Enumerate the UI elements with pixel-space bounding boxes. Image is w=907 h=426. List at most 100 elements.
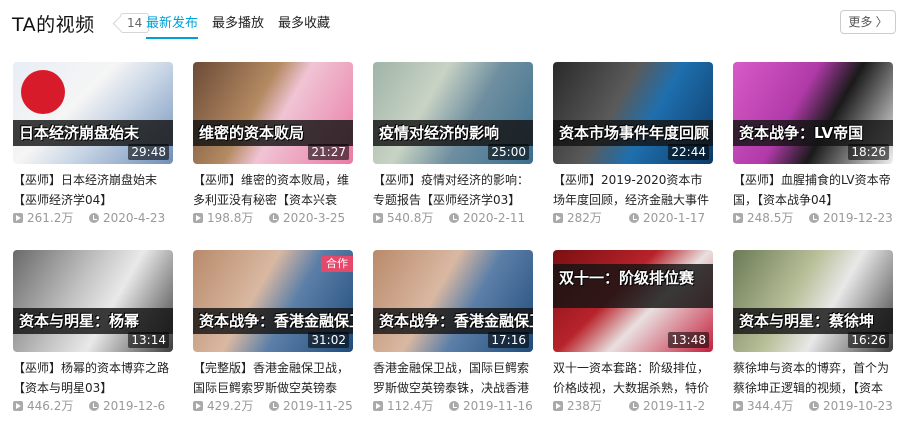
video-duration: 16:26 bbox=[848, 332, 889, 348]
play-count-icon bbox=[733, 212, 743, 223]
thumbnail-caption: 维密的资本败局 bbox=[199, 124, 305, 142]
video-title-link[interactable]: 【巫师】杨幂的资本博弈之路【资本与明星03】 bbox=[13, 358, 173, 398]
play-count: 261.2万 bbox=[27, 211, 74, 225]
clock-icon bbox=[89, 400, 99, 411]
video-duration: 25:00 bbox=[488, 144, 529, 160]
video-card[interactable]: 合作 资本战争：香港金融保卫战 31:02 【完整版】香港金融保卫战，国际巨鳄索… bbox=[193, 250, 353, 413]
video-card[interactable]: 资本与明星：蔡徐坤 16:26 蔡徐坤与资本的博弈，首个为蔡徐坤正逻辑的视频，【… bbox=[733, 250, 893, 413]
video-duration: 13:48 bbox=[668, 332, 709, 348]
video-duration: 18:26 bbox=[848, 144, 889, 160]
video-title-link[interactable]: 【巫师】维密的资本败局，维多利亚没有秘密【资本兴衰 bbox=[193, 170, 353, 210]
tab-latest[interactable]: 最新发布 bbox=[146, 12, 199, 39]
video-meta: 248.5万 2019-12-23 bbox=[733, 209, 903, 226]
video-card[interactable]: 双十一：阶级排位赛 13:48 双十一资本套路：阶级排位，价格歧视，大数据杀熟，… bbox=[553, 250, 713, 413]
thumbnail-caption: 资本市场事件年度回顾 bbox=[559, 124, 710, 142]
video-thumbnail[interactable]: 资本与明星：蔡徐坤 16:26 bbox=[733, 250, 893, 352]
video-section-header: TA的视频 14 最新发布 最多播放 最多收藏 更多 〉 bbox=[12, 8, 896, 39]
video-title-link[interactable]: 双十一资本套路：阶级排位，价格歧视，大数据杀熟，特价 bbox=[553, 358, 713, 398]
upload-date: 2019-10-23 bbox=[823, 398, 893, 413]
clock-icon bbox=[89, 212, 99, 223]
play-count: 344.4万 bbox=[747, 399, 794, 413]
video-thumbnail[interactable]: 疫情对经济的影响 25:00 bbox=[373, 62, 533, 164]
play-count: 238万 bbox=[567, 399, 602, 413]
play-count-icon bbox=[193, 212, 203, 223]
video-card[interactable]: 疫情对经济的影响 25:00 【巫师】疫情对经济的影响：专题报告【巫师经济学03… bbox=[373, 62, 533, 225]
video-thumbnail[interactable]: 维密的资本败局 21:27 bbox=[193, 62, 353, 164]
video-duration: 21:27 bbox=[308, 144, 349, 160]
upload-date: 2020-1-17 bbox=[643, 210, 706, 225]
video-thumbnail[interactable]: 日本经济崩盘始末 29:48 bbox=[13, 62, 173, 164]
video-meta: 429.2万 2019-11-25 bbox=[193, 397, 363, 414]
play-count: 248.5万 bbox=[747, 211, 794, 225]
play-count-icon bbox=[373, 400, 383, 411]
upload-date: 2019-12-6 bbox=[103, 398, 166, 413]
play-count-icon bbox=[13, 400, 23, 411]
video-duration: 13:14 bbox=[128, 332, 169, 348]
thumbnail-caption: 资本战争：LV帝国 bbox=[739, 124, 864, 142]
play-count: 282万 bbox=[567, 211, 602, 225]
video-card[interactable]: 资本战争：香港金融保卫战 17:16 香港金融保卫战，国际巨鳄索罗斯做空英镑泰铢… bbox=[373, 250, 533, 413]
video-count-badge: 14 bbox=[120, 13, 150, 33]
upload-date: 2019-11-16 bbox=[463, 398, 533, 413]
collab-tag: 合作 bbox=[321, 256, 353, 272]
video-meta: 446.2万 2019-12-6 bbox=[13, 397, 183, 414]
clock-icon bbox=[809, 400, 819, 411]
thumbnail-caption: 日本经济崩盘始末 bbox=[19, 124, 140, 142]
play-count: 540.8万 bbox=[387, 211, 434, 225]
video-card[interactable]: 资本与明星：杨幂 13:14 【巫师】杨幂的资本博弈之路【资本与明星03】 44… bbox=[13, 250, 173, 413]
video-thumbnail[interactable]: 合作 资本战争：香港金融保卫战 31:02 bbox=[193, 250, 353, 352]
play-count-icon bbox=[553, 212, 563, 223]
clock-icon bbox=[629, 212, 639, 223]
upload-date: 2019-11-2 bbox=[643, 398, 706, 413]
play-count: 198.8万 bbox=[207, 211, 254, 225]
video-meta: 282万 2020-1-17 bbox=[553, 209, 723, 226]
upload-date: 2019-11-25 bbox=[283, 398, 353, 413]
play-count: 429.2万 bbox=[207, 399, 254, 413]
play-count-icon bbox=[553, 400, 563, 411]
more-button[interactable]: 更多 〉 bbox=[840, 10, 896, 34]
clock-icon bbox=[449, 212, 459, 223]
video-meta: 540.8万 2020-2-11 bbox=[373, 209, 543, 226]
tab-most-played[interactable]: 最多播放 bbox=[212, 12, 264, 39]
clock-icon bbox=[269, 400, 279, 411]
play-count-icon bbox=[13, 212, 23, 223]
upload-date: 2020-4-23 bbox=[103, 210, 166, 225]
video-duration: 22:44 bbox=[668, 144, 709, 160]
thumbnail-caption: 资本与明星：蔡徐坤 bbox=[739, 312, 875, 330]
play-count-icon bbox=[373, 212, 383, 223]
video-thumbnail[interactable]: 资本战争：香港金融保卫战 17:16 bbox=[373, 250, 533, 352]
play-count-icon bbox=[733, 400, 743, 411]
video-meta: 238万 2019-11-2 bbox=[553, 397, 723, 414]
clock-icon bbox=[629, 400, 639, 411]
video-card[interactable]: 资本市场事件年度回顾 22:44 【巫师】2019-2020资本市场年度回顾，经… bbox=[553, 62, 713, 225]
video-thumbnail[interactable]: 双十一：阶级排位赛 13:48 bbox=[553, 250, 713, 352]
video-thumbnail[interactable]: 资本战争：LV帝国 18:26 bbox=[733, 62, 893, 164]
video-title-link[interactable]: 蔡徐坤与资本的博弈，首个为蔡徐坤正逻辑的视频，【资本 bbox=[733, 358, 893, 398]
video-title-link[interactable]: 香港金融保卫战，国际巨鳄索罗斯做空英镑泰铢，决战香港 bbox=[373, 358, 533, 398]
play-count: 446.2万 bbox=[27, 399, 74, 413]
upload-date: 2019-12-23 bbox=[823, 210, 893, 225]
video-meta: 198.8万 2020-3-25 bbox=[193, 209, 363, 226]
video-title-link[interactable]: 【巫师】疫情对经济的影响：专题报告【巫师经济学03】 bbox=[373, 170, 533, 210]
video-title-link[interactable]: 【巫师】血腥捕食的LV资本帝国，【资本战争04】 bbox=[733, 170, 893, 210]
video-meta: 261.2万 2020-4-23 bbox=[13, 209, 183, 226]
video-card[interactable]: 维密的资本败局 21:27 【巫师】维密的资本败局，维多利亚没有秘密【资本兴衰 … bbox=[193, 62, 353, 225]
video-duration: 31:02 bbox=[308, 332, 349, 348]
video-thumbnail[interactable]: 资本与明星：杨幂 13:14 bbox=[13, 250, 173, 352]
video-title-link[interactable]: 【巫师】2019-2020资本市场年度回顾，经济金融大事件盘 bbox=[553, 170, 713, 210]
video-meta: 344.4万 2019-10-23 bbox=[733, 397, 903, 414]
video-title-link[interactable]: 【巫师】日本经济崩盘始末【巫师经济学04】 bbox=[13, 170, 173, 210]
play-count-icon bbox=[193, 400, 203, 411]
thumbnail-caption: 疫情对经济的影响 bbox=[379, 124, 500, 142]
clock-icon bbox=[449, 400, 459, 411]
thumbnail-caption: 资本战争：香港金融保卫战 bbox=[199, 312, 353, 330]
clock-icon bbox=[809, 212, 819, 223]
video-card[interactable]: 日本经济崩盘始末 29:48 【巫师】日本经济崩盘始末【巫师经济学04】 261… bbox=[13, 62, 173, 225]
video-thumbnail[interactable]: 资本市场事件年度回顾 22:44 bbox=[553, 62, 713, 164]
video-meta: 112.4万 2019-11-16 bbox=[373, 397, 543, 414]
thumbnail-caption: 双十一：阶级排位赛 bbox=[559, 269, 695, 287]
video-card[interactable]: 资本战争：LV帝国 18:26 【巫师】血腥捕食的LV资本帝国，【资本战争04】… bbox=[733, 62, 893, 225]
tab-most-favorited[interactable]: 最多收藏 bbox=[278, 12, 330, 39]
video-title-link[interactable]: 【完整版】香港金融保卫战，国际巨鳄索罗斯做空英镑泰 bbox=[193, 358, 353, 398]
play-count: 112.4万 bbox=[387, 399, 434, 413]
